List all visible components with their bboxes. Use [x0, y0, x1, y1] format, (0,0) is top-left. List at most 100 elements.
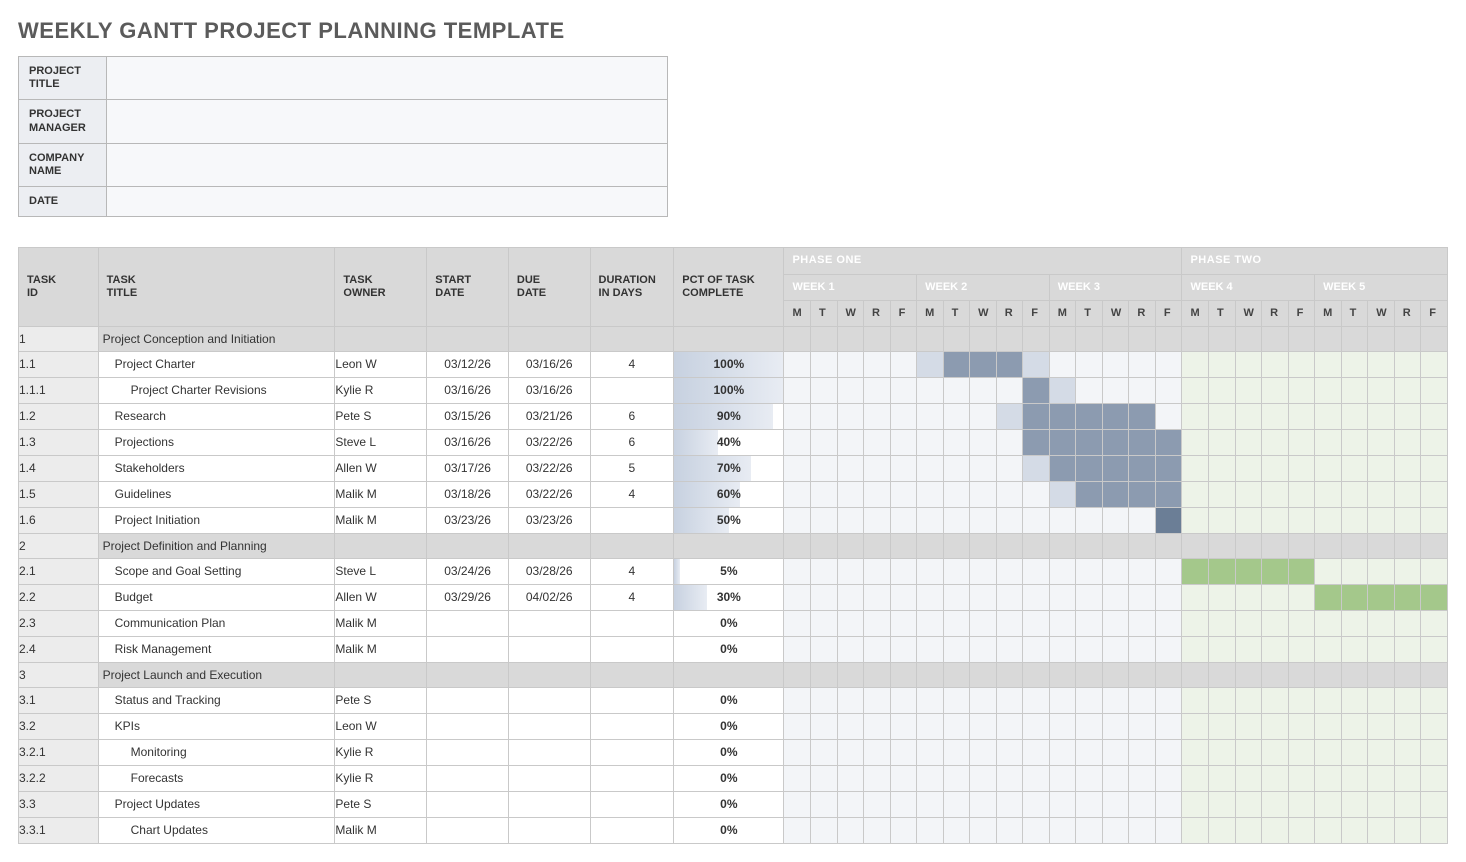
gantt-cell[interactable]: [810, 610, 837, 636]
gantt-cell[interactable]: [996, 326, 1023, 351]
gantt-cell[interactable]: [1102, 377, 1129, 403]
cell-task-title[interactable]: Project Charter: [98, 351, 335, 377]
cell-task-id[interactable]: 1: [19, 326, 99, 351]
gantt-cell[interactable]: [890, 403, 917, 429]
gantt-cell[interactable]: [837, 429, 864, 455]
gantt-cell[interactable]: [1049, 662, 1076, 687]
gantt-cell[interactable]: [810, 326, 837, 351]
cell-task-title[interactable]: Project Charter Revisions: [98, 377, 335, 403]
cell-task-id[interactable]: 1.4: [19, 455, 99, 481]
gantt-cell[interactable]: [1341, 377, 1368, 403]
gantt-cell[interactable]: [837, 739, 864, 765]
cell-task-id[interactable]: 3: [19, 662, 99, 687]
gantt-cell[interactable]: [837, 481, 864, 507]
gantt-cell[interactable]: [1394, 687, 1421, 713]
cell-duration[interactable]: [590, 662, 674, 687]
cell-pct[interactable]: [674, 326, 784, 351]
gantt-cell[interactable]: [810, 817, 837, 843]
gantt-cell[interactable]: [1368, 765, 1395, 791]
gantt-cell[interactable]: [996, 584, 1023, 610]
cell-task-title[interactable]: Stakeholders: [98, 455, 335, 481]
gantt-cell[interactable]: [1049, 429, 1076, 455]
gantt-cell[interactable]: [1368, 351, 1395, 377]
gantt-cell[interactable]: [1288, 481, 1315, 507]
gantt-cell[interactable]: [1129, 791, 1156, 817]
gantt-cell[interactable]: [1235, 507, 1262, 533]
gantt-cell[interactable]: [1368, 403, 1395, 429]
gantt-cell[interactable]: [1209, 429, 1236, 455]
gantt-cell[interactable]: [1421, 429, 1448, 455]
gantt-cell[interactable]: [784, 507, 811, 533]
gantt-cell[interactable]: [943, 610, 970, 636]
gantt-cell[interactable]: [1235, 558, 1262, 584]
gantt-cell[interactable]: [1288, 636, 1315, 662]
gantt-cell[interactable]: [1129, 455, 1156, 481]
gantt-cell[interactable]: [1155, 662, 1182, 687]
cell-duration[interactable]: 4: [590, 558, 674, 584]
gantt-cell[interactable]: [1155, 351, 1182, 377]
cell-task-owner[interactable]: Pete S: [335, 687, 427, 713]
meta-value-date[interactable]: [107, 187, 668, 217]
gantt-cell[interactable]: [1315, 351, 1342, 377]
cell-pct[interactable]: 100%: [674, 377, 784, 403]
cell-due-date[interactable]: 04/02/26: [508, 584, 590, 610]
gantt-cell[interactable]: [1102, 584, 1129, 610]
gantt-cell[interactable]: [970, 636, 997, 662]
cell-task-owner[interactable]: Kylie R: [335, 377, 427, 403]
gantt-cell[interactable]: [1129, 377, 1156, 403]
cell-task-id[interactable]: 3.1: [19, 687, 99, 713]
gantt-cell[interactable]: [1102, 403, 1129, 429]
gantt-cell[interactable]: [1155, 558, 1182, 584]
gantt-cell[interactable]: [1023, 662, 1050, 687]
gantt-cell[interactable]: [864, 429, 891, 455]
gantt-cell[interactable]: [1368, 610, 1395, 636]
gantt-cell[interactable]: [1288, 429, 1315, 455]
gantt-cell[interactable]: [864, 610, 891, 636]
gantt-cell[interactable]: [1421, 403, 1448, 429]
gantt-cell[interactable]: [1023, 481, 1050, 507]
gantt-cell[interactable]: [1182, 429, 1209, 455]
cell-duration[interactable]: [590, 687, 674, 713]
gantt-cell[interactable]: [1368, 533, 1395, 558]
gantt-cell[interactable]: [1209, 584, 1236, 610]
gantt-cell[interactable]: [917, 636, 944, 662]
gantt-cell[interactable]: [996, 817, 1023, 843]
gantt-cell[interactable]: [1421, 455, 1448, 481]
gantt-cell[interactable]: [1155, 817, 1182, 843]
cell-due-date[interactable]: [508, 713, 590, 739]
gantt-cell[interactable]: [1182, 377, 1209, 403]
gantt-cell[interactable]: [1288, 765, 1315, 791]
gantt-cell[interactable]: [1209, 662, 1236, 687]
gantt-cell[interactable]: [917, 713, 944, 739]
cell-pct[interactable]: 0%: [674, 610, 784, 636]
cell-task-title[interactable]: Forecasts: [98, 765, 335, 791]
gantt-cell[interactable]: [1182, 687, 1209, 713]
gantt-cell[interactable]: [1394, 558, 1421, 584]
gantt-cell[interactable]: [1076, 403, 1103, 429]
gantt-cell[interactable]: [1421, 326, 1448, 351]
cell-task-title[interactable]: Chart Updates: [98, 817, 335, 843]
cell-task-title[interactable]: KPIs: [98, 713, 335, 739]
gantt-cell[interactable]: [1235, 429, 1262, 455]
gantt-cell[interactable]: [970, 662, 997, 687]
cell-duration[interactable]: [590, 791, 674, 817]
gantt-cell[interactable]: [784, 739, 811, 765]
cell-start-date[interactable]: 03/29/26: [427, 584, 509, 610]
cell-pct[interactable]: 30%: [674, 584, 784, 610]
cell-task-id[interactable]: 2.3: [19, 610, 99, 636]
gantt-cell[interactable]: [1394, 713, 1421, 739]
gantt-cell[interactable]: [890, 533, 917, 558]
gantt-cell[interactable]: [1182, 455, 1209, 481]
gantt-cell[interactable]: [1209, 403, 1236, 429]
gantt-cell[interactable]: [810, 791, 837, 817]
gantt-cell[interactable]: [1209, 610, 1236, 636]
gantt-cell[interactable]: [1155, 791, 1182, 817]
gantt-cell[interactable]: [1023, 455, 1050, 481]
gantt-cell[interactable]: [784, 533, 811, 558]
gantt-cell[interactable]: [1209, 739, 1236, 765]
gantt-cell[interactable]: [784, 817, 811, 843]
gantt-cell[interactable]: [784, 584, 811, 610]
cell-due-date[interactable]: [508, 610, 590, 636]
gantt-cell[interactable]: [1102, 791, 1129, 817]
gantt-cell[interactable]: [1368, 455, 1395, 481]
